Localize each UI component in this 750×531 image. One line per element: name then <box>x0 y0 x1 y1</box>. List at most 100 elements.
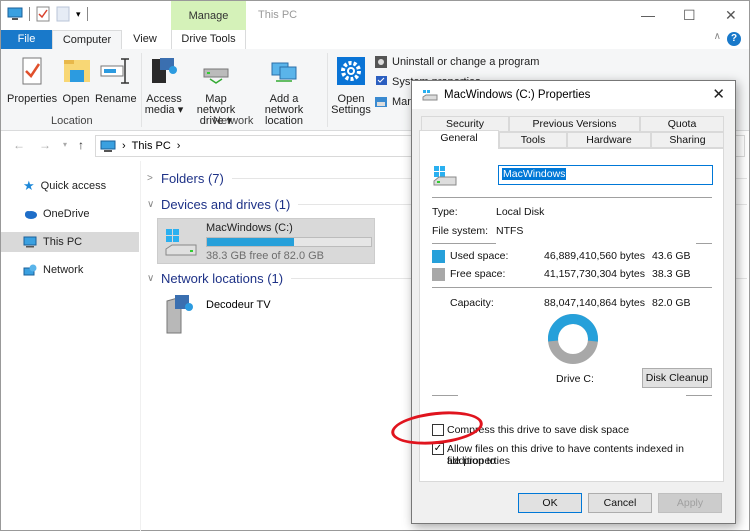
properties-label: Properties <box>7 93 58 105</box>
volume-label-input[interactable]: MacWindows <box>498 165 713 185</box>
tab-view[interactable]: View <box>122 30 168 49</box>
close-button[interactable]: ✕ <box>725 7 737 24</box>
index-label-line2[interactable]: file properties <box>447 455 510 467</box>
back-button[interactable]: ← <box>13 138 25 152</box>
chevron-down-icon: ∨ <box>147 272 155 284</box>
properties-icon <box>22 57 42 85</box>
tab-tools[interactable]: Tools <box>499 132 567 148</box>
network-location-name: Decodeur TV <box>206 299 271 311</box>
apply-button[interactable]: Apply <box>658 493 722 513</box>
breadcrumb-separator: › <box>122 140 126 152</box>
tab-computer[interactable]: Computer <box>52 30 122 49</box>
map-network-drive-label-1: Map network <box>196 93 236 116</box>
capacity-label: Capacity: <box>450 297 494 309</box>
used-space-swatch <box>432 250 445 263</box>
drive-usage-bar <box>206 237 372 247</box>
sidebar-item-label: Quick access <box>40 180 107 192</box>
open-settings-button[interactable]: Open Settings <box>331 55 371 116</box>
sidebar-item-network[interactable]: Network <box>1 260 139 280</box>
recent-locations-dropdown[interactable]: ▾ <box>63 140 67 149</box>
drive-free-space: 38.3 GB free of 82.0 GB <box>206 250 325 262</box>
open-label: Open <box>62 93 90 105</box>
cloud-icon <box>25 211 37 219</box>
minimize-button[interactable]: — <box>641 7 655 23</box>
properties-button[interactable]: Properties <box>7 55 57 105</box>
network-location-icon <box>271 62 297 82</box>
tab-previous-versions[interactable]: Previous Versions <box>509 116 640 132</box>
used-space-bytes: 46,889,410,560 bytes <box>544 250 646 262</box>
chevron-down-icon: ∨ <box>147 198 155 210</box>
star-icon: ★ <box>23 178 35 193</box>
divider <box>432 243 496 244</box>
sidebar-item-quick-access[interactable]: ★ Quick access <box>1 176 139 196</box>
new-folder-icon[interactable] <box>56 6 70 22</box>
ribbon-tab-row: File Computer View Drive Tools ∧ ? <box>1 30 749 49</box>
breadcrumb-this-pc[interactable]: This PC <box>132 140 171 152</box>
media-icon <box>152 58 177 83</box>
uninstall-icon <box>375 56 387 68</box>
system-properties-icon <box>376 76 387 85</box>
free-space-swatch <box>432 268 445 281</box>
section-title: Devices and drives (1) <box>161 196 291 212</box>
tab-general[interactable]: General <box>419 130 499 149</box>
windows-drive-icon <box>433 166 457 186</box>
type-label: Type: <box>432 206 458 218</box>
open-settings-label-2: Settings <box>331 104 371 116</box>
sidebar-item-label: This PC <box>43 236 83 248</box>
network-drive-icon <box>203 68 229 84</box>
folder-open-icon <box>64 60 90 82</box>
rename-label: Rename <box>95 93 137 105</box>
drive-name: MacWindows (C:) <box>206 222 293 234</box>
free-space-label: Free space: <box>450 268 506 280</box>
drive-properties-dialog: MacWindows (C:) Properties ✕ Security Pr… <box>411 80 736 524</box>
access-media-label-2: media ▾ <box>144 104 184 116</box>
sidebar-item-this-pc[interactable]: This PC <box>1 232 139 252</box>
cancel-button[interactable]: Cancel <box>588 493 652 513</box>
network-location-item[interactable]: Decodeur TV <box>161 293 311 337</box>
uninstall-label: Uninstall or change a program <box>392 56 540 68</box>
ok-button[interactable]: OK <box>518 493 582 513</box>
tab-quota[interactable]: Quota <box>640 116 724 132</box>
tab-drive-tools[interactable]: Drive Tools <box>171 30 246 49</box>
rename-button[interactable]: Rename <box>95 55 137 105</box>
dialog-title-bar: MacWindows (C:) Properties <box>412 81 735 109</box>
forward-button[interactable]: → <box>39 138 51 152</box>
help-icon[interactable]: ? <box>727 32 741 46</box>
properties-icon[interactable] <box>36 6 50 22</box>
sidebar-item-label: Network <box>43 264 84 276</box>
add-network-location-button[interactable]: Add a network location <box>249 55 319 127</box>
sidebar-item-onedrive[interactable]: OneDrive <box>1 204 139 224</box>
disk-usage-donut <box>548 314 598 364</box>
sidebar-item-label: OneDrive <box>43 208 90 220</box>
drive-usage-fill <box>207 238 295 246</box>
free-space-bytes: 41,157,730,304 bytes <box>544 268 646 280</box>
computer-icon <box>23 236 37 248</box>
divider <box>432 197 712 198</box>
access-media-button[interactable]: Access media ▾ <box>144 55 184 116</box>
free-space-size: 38.3 GB <box>652 268 691 280</box>
divider <box>432 395 458 396</box>
open-button[interactable]: Open <box>61 55 91 105</box>
chevron-right-icon: > <box>147 172 153 184</box>
tab-file[interactable]: File <box>1 30 52 49</box>
used-space-size: 43.6 GB <box>652 250 691 262</box>
collapse-ribbon-icon[interactable]: ∧ <box>714 31 721 42</box>
index-checkbox[interactable]: ✓ <box>432 443 444 455</box>
drive-tile-c[interactable]: MacWindows (C:) 38.3 GB free of 82.0 GB <box>157 218 375 264</box>
windows-drive-icon <box>165 229 197 256</box>
manage-icon <box>375 97 387 107</box>
capacity-size: 82.0 GB <box>652 297 691 309</box>
tab-hardware[interactable]: Hardware <box>567 132 651 148</box>
dialog-close-button[interactable]: ✕ <box>712 85 725 103</box>
manage-context-tab-header: Manage <box>171 1 246 30</box>
section-title: Folders (7) <box>161 170 224 186</box>
tab-sharing[interactable]: Sharing <box>651 132 724 148</box>
divider <box>696 243 712 244</box>
uninstall-program-button[interactable]: Uninstall or change a program <box>374 55 539 69</box>
breadcrumb-separator[interactable]: › <box>177 140 181 152</box>
customize-toolbar-dropdown-icon[interactable]: ▾ <box>76 9 81 20</box>
maximize-button[interactable]: ☐ <box>683 7 696 24</box>
up-button[interactable]: ↑ <box>78 138 84 152</box>
disk-cleanup-button[interactable]: Disk Cleanup <box>642 368 712 388</box>
toolbar-separator <box>29 7 30 21</box>
